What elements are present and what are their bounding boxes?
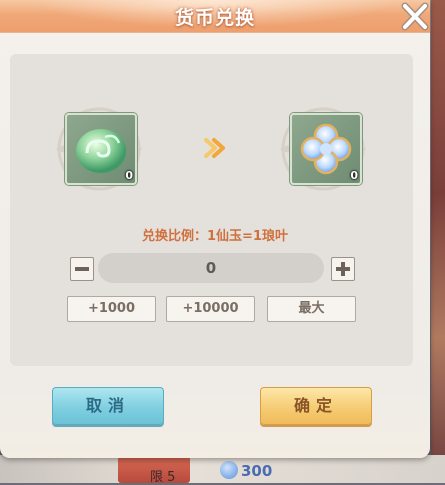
decrement-button[interactable] — [70, 257, 94, 281]
target-currency-count: 0 — [350, 169, 358, 182]
target-currency-slot[interactable]: 0 — [290, 113, 362, 185]
confirm-button[interactable]: 确定 — [260, 387, 372, 425]
max-button[interactable]: 最大 — [267, 296, 356, 322]
source-currency-count: 0 — [125, 169, 133, 182]
exchange-amount-field[interactable]: 0 — [98, 253, 324, 283]
background-card-label: 限 5 — [150, 470, 176, 485]
dialog-title: 货币兑换 — [174, 7, 255, 29]
close-x-icon[interactable] — [398, 0, 432, 34]
minus-icon — [75, 267, 89, 271]
background-strip — [431, 0, 445, 483]
currency-exchange-dialog: 货币兑换 0 0 兑换比例：1仙玉=1琅叶 0 +1000 +10000 最大 … — [0, 0, 430, 458]
cancel-button[interactable]: 取消 — [52, 387, 164, 425]
add-10000-button[interactable]: +10000 — [166, 296, 255, 322]
double-chevron-right-icon — [204, 138, 225, 158]
add-1000-button[interactable]: +1000 — [67, 296, 156, 322]
background-currency-value: 300 — [241, 462, 273, 480]
blue-gem-icon — [220, 461, 238, 479]
exchange-ratio-text: 兑换比例：1仙玉=1琅叶 — [142, 229, 288, 244]
source-currency-slot[interactable]: 0 — [65, 113, 137, 185]
plus-icon — [336, 262, 350, 276]
increment-button[interactable] — [331, 257, 355, 281]
